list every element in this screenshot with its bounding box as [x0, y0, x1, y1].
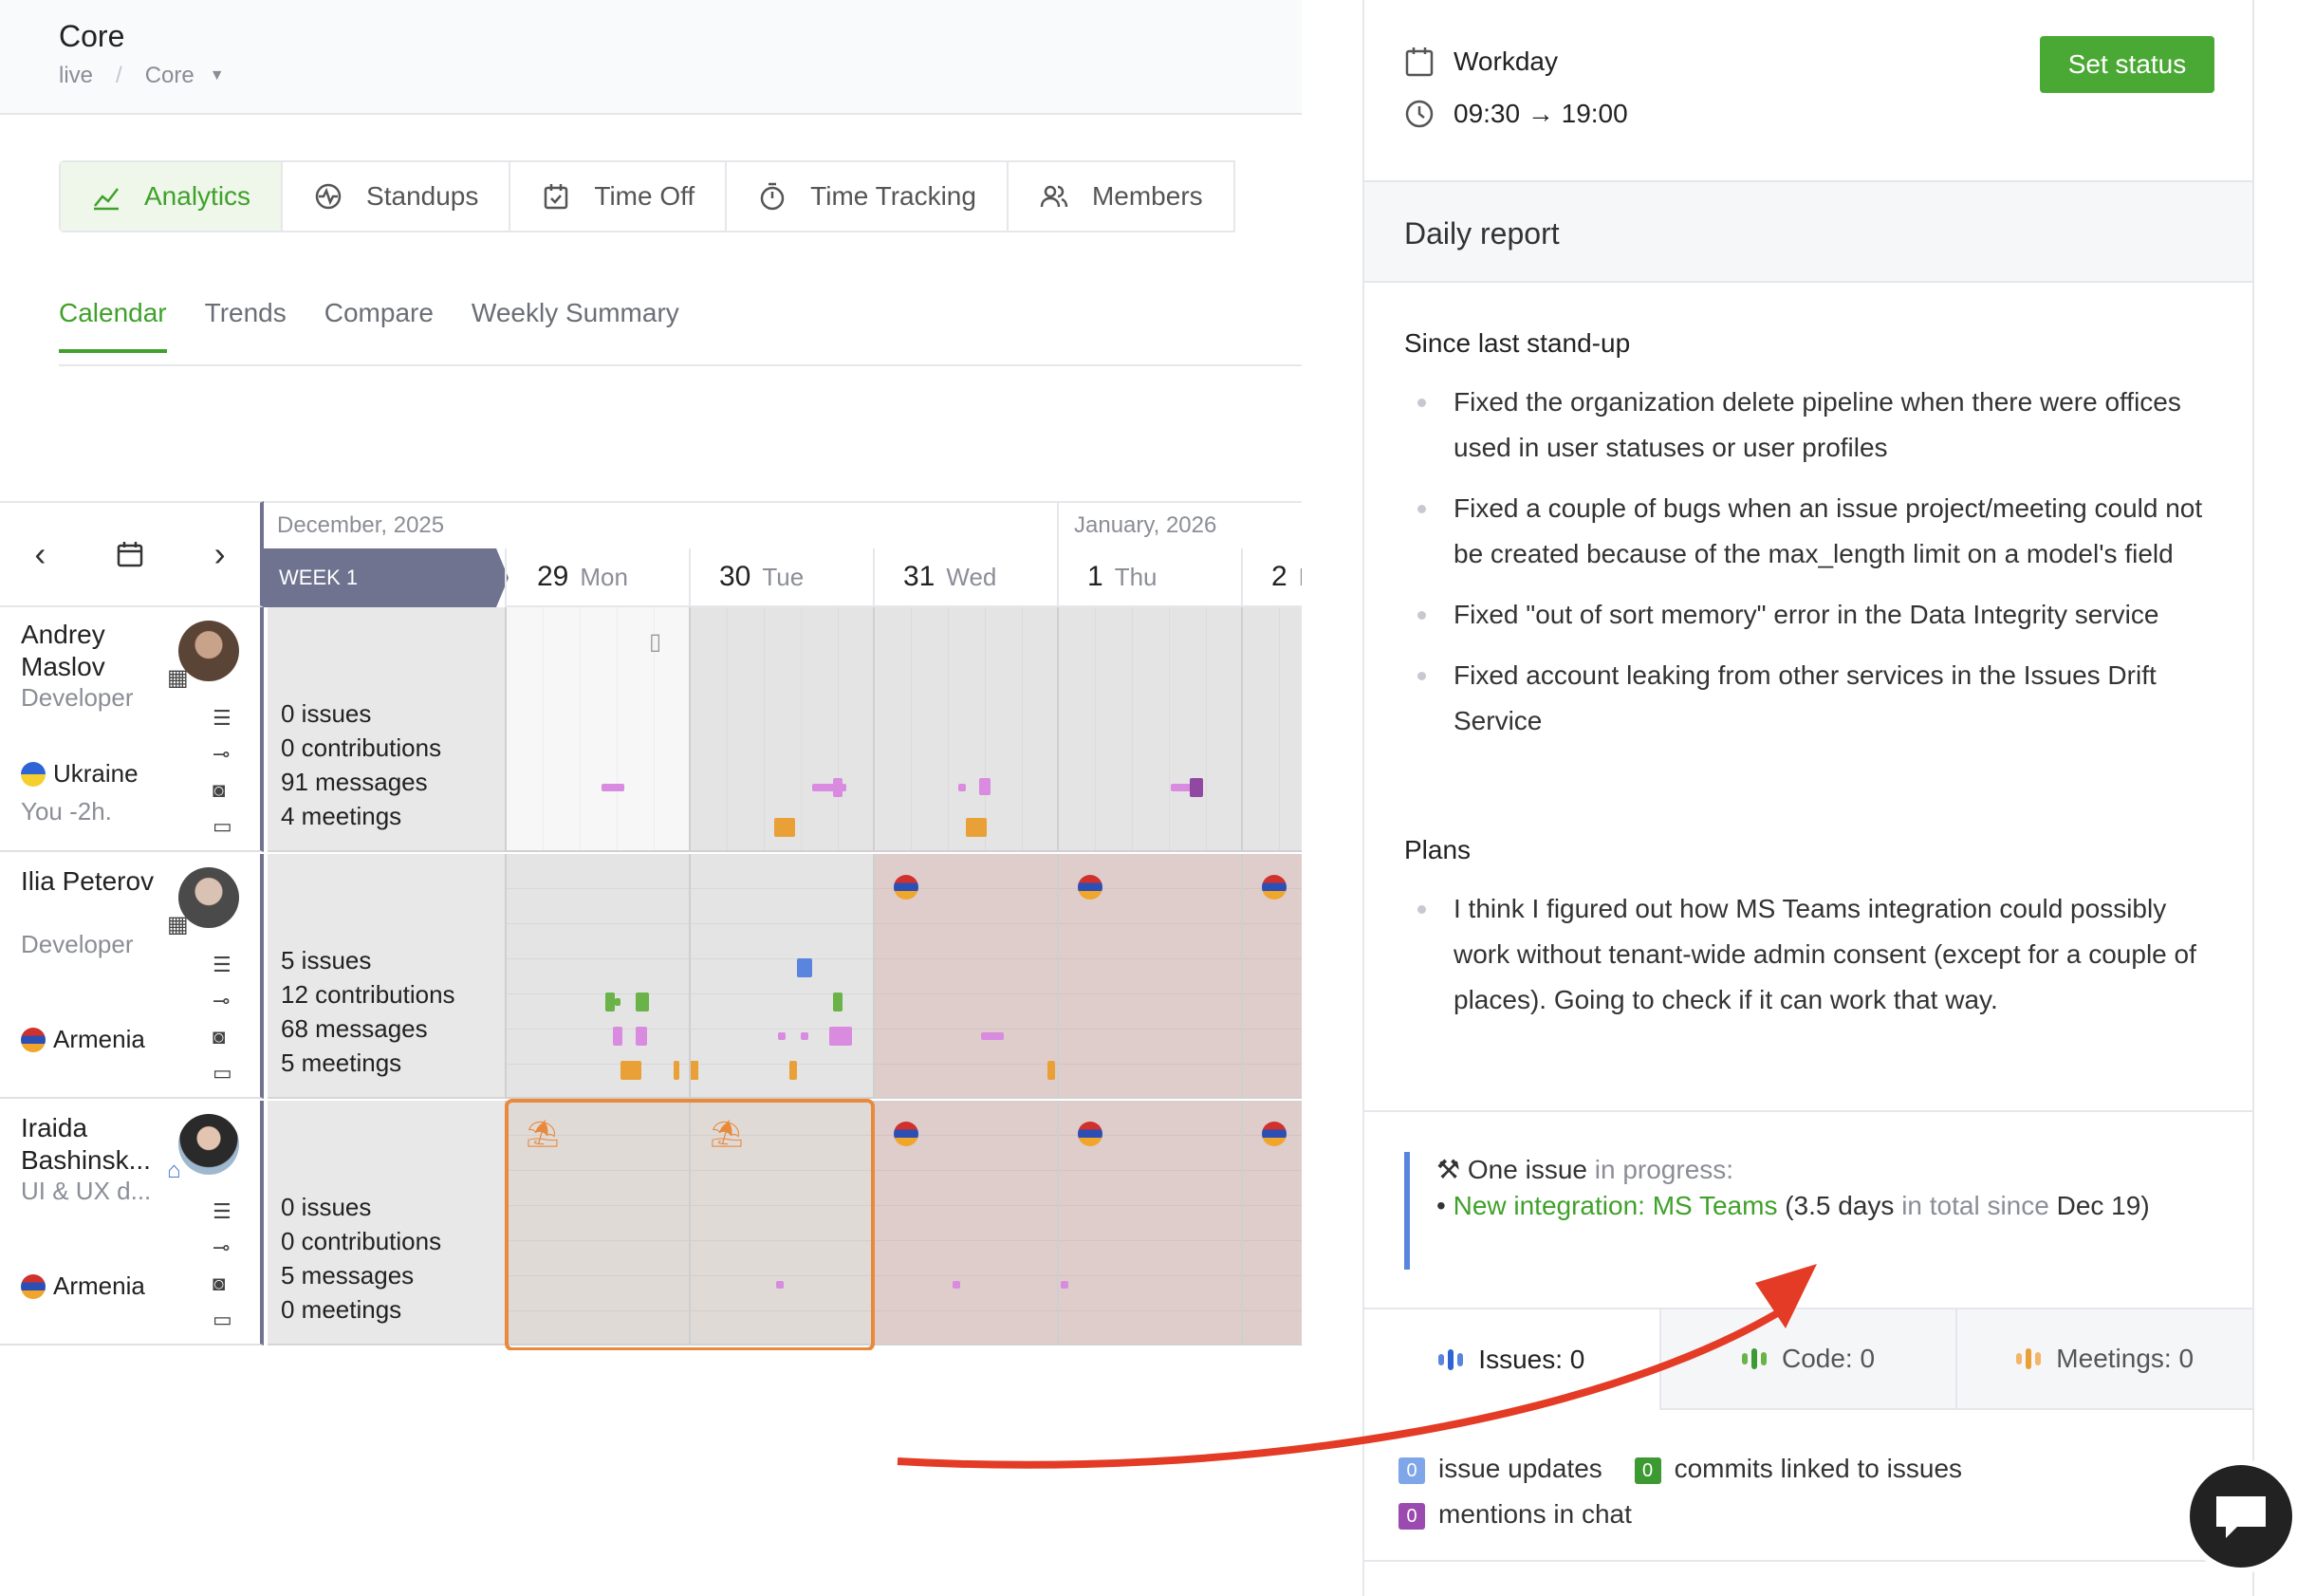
arrow-line [897, 1306, 1787, 1469]
chat-button[interactable] [2184, 1459, 2298, 1573]
annotation-arrow [897, 1264, 1817, 1469]
chat-icon [2216, 1496, 2266, 1538]
